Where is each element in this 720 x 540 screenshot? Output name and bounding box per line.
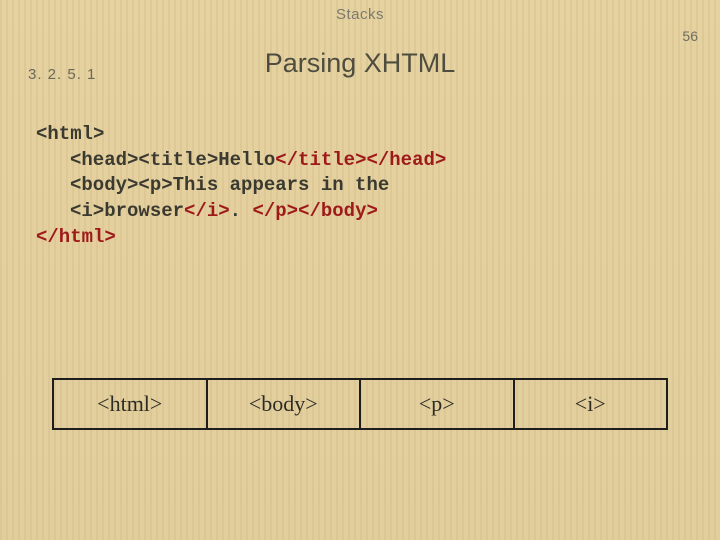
code-line-3b: This appears in the [173,174,390,196]
code-line-5: </html> [36,226,116,248]
code-line-2b: Hello [218,149,275,171]
code-line-1: <html> [36,123,104,145]
stack-cell: <html> [54,380,208,428]
stack-cell: <p> [361,380,515,428]
stack-cell: <i> [515,380,667,428]
code-line-4c: </i> [184,200,230,222]
stack-row: <html> <body> <p> <i> [52,378,668,430]
code-line-2a: <head><title> [70,149,218,171]
stack-cell: <body> [208,380,362,428]
code-line-3a: <body><p> [70,174,173,196]
code-line-4d: . [230,200,253,222]
code-line-4e: </p></body> [252,200,377,222]
code-block: <html> <head><title>Hello</title></head>… [36,122,446,250]
code-line-4b: browser [104,200,184,222]
page-number: 56 [682,28,698,44]
header-label: Stacks [0,6,720,23]
title-row: 3. 2. 5. 1 Parsing XHTML [0,48,720,88]
code-line-2c: </title></head> [275,149,446,171]
code-line-4a: <i> [70,200,104,222]
slide-title: Parsing XHTML [0,48,720,79]
